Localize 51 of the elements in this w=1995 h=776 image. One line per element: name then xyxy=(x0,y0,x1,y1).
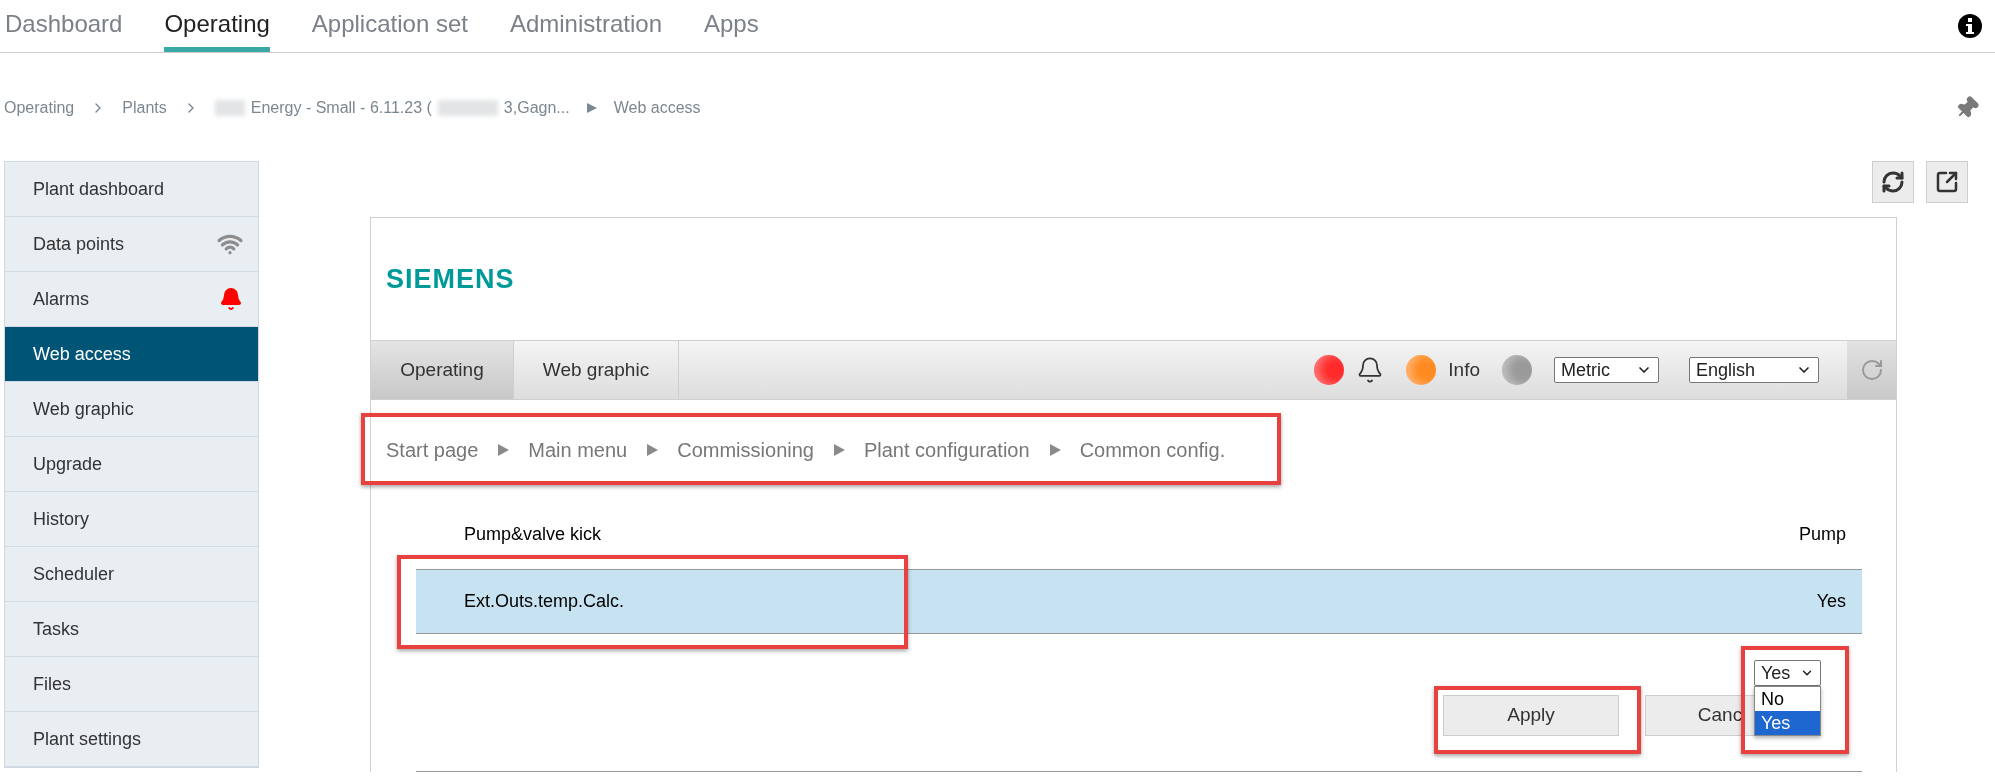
unit-select[interactable]: Metric xyxy=(1554,357,1659,383)
triangle-icon xyxy=(645,443,660,457)
sidebar-item[interactable]: Data points xyxy=(5,217,258,272)
column-header: Pump xyxy=(1798,523,1846,546)
language-select[interactable]: English xyxy=(1689,357,1819,383)
sidebar-item[interactable]: Plant settings xyxy=(5,712,258,767)
reload-icon xyxy=(1859,358,1884,382)
nav-tab[interactable]: Apps xyxy=(704,0,759,52)
refresh-button[interactable] xyxy=(1872,161,1914,203)
path-link[interactable]: Plant configuration xyxy=(863,435,1030,465)
table-cell-text: Ext.Outs.temp.Calc. xyxy=(464,590,625,613)
path-link[interactable]: Start page xyxy=(386,435,479,465)
triangle-icon xyxy=(585,102,598,114)
nav-tab[interactable]: Operating xyxy=(164,0,270,52)
sidebar-item[interactable]: Plant dashboard xyxy=(5,162,258,217)
sidebar-item[interactable]: Files xyxy=(5,657,258,712)
info-label: Info xyxy=(1448,357,1480,382)
nav-tab[interactable]: Administration xyxy=(509,0,662,52)
dropdown-option[interactable]: Yes xyxy=(1755,711,1820,735)
external-link-icon xyxy=(1935,170,1959,194)
sidebar-item[interactable]: History xyxy=(5,492,258,547)
path-link[interactable]: Common config. xyxy=(1079,435,1226,465)
nav-tab[interactable]: Application set xyxy=(311,0,468,52)
sidebar-item[interactable]: Tasks xyxy=(5,602,258,657)
breadcrumb-link[interactable]: Operating xyxy=(4,96,75,120)
tab[interactable]: Web graphic xyxy=(514,341,679,399)
table-cell-text: Yes xyxy=(1816,590,1846,613)
action-button[interactable]: Apply xyxy=(1443,695,1619,736)
breadcrumb-link[interactable]: Energy - Small - 6.11.23 ( xyxy=(250,96,432,120)
table-row[interactable]: Ext.Outs.temp.Calc. Yes xyxy=(416,570,1862,634)
bell-icon xyxy=(219,287,243,311)
breadcrumb-link[interactable]: Plants xyxy=(122,96,167,120)
external-link-button[interactable] xyxy=(1926,161,1968,203)
path-link[interactable]: Main menu xyxy=(528,435,628,465)
breadcrumb-link[interactable]: 3,Gagn... xyxy=(503,96,570,120)
sidebar-item[interactable]: Scheduler xyxy=(5,547,258,602)
info-icon xyxy=(1957,13,1983,39)
sidebar-item[interactable]: Web access xyxy=(5,327,258,382)
column-header: Pump&valve kick xyxy=(464,523,602,546)
tab[interactable]: Operating xyxy=(371,341,514,399)
breadcrumb-link[interactable]: Web access xyxy=(613,96,701,120)
nav-tab[interactable]: Dashboard xyxy=(5,0,123,52)
sidebar-item[interactable]: Upgrade xyxy=(5,437,258,492)
sidebar-item[interactable]: Web graphic xyxy=(5,382,258,437)
logo: SIEMENS xyxy=(386,262,515,296)
value-select[interactable]: Yes xyxy=(1754,660,1821,686)
triangle-icon xyxy=(1047,443,1062,457)
path-link[interactable]: Commissioning xyxy=(677,435,814,465)
triangle-icon xyxy=(496,443,511,457)
refresh-icon xyxy=(1881,170,1905,194)
triangle-icon xyxy=(831,443,846,457)
